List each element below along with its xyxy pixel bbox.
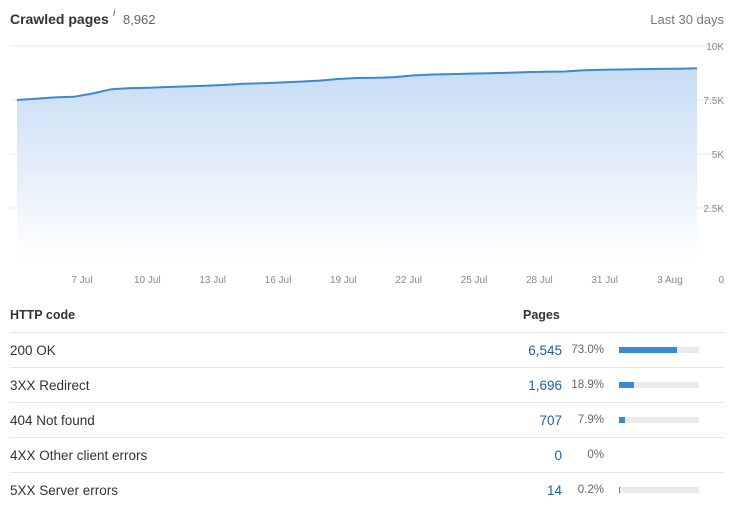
http-code-table: HTTP code Pages 200 OK 6,545 73.0% 3XX Redi…: [10, 298, 724, 507]
percent-bar-fill: [619, 347, 678, 353]
pages-count-link[interactable]: 707: [539, 413, 562, 428]
y-tick-label: 7.5K: [703, 96, 724, 107]
percent-bar-track: [619, 417, 699, 423]
pages-percent: 73.0%: [571, 344, 604, 356]
table-row: 5XX Server errors 14 0.2%: [10, 473, 724, 507]
http-code-label: 200 OK: [10, 343, 56, 358]
x-axis-ticks: 7 Jul 10 Jul 13 Jul 16 Jul 19 Jul 22 Jul 25 Ju…: [71, 275, 682, 286]
percent-bar-track: [619, 382, 699, 388]
y-axis-ticks: 0 2.5K 5K 7.5K 10K: [703, 42, 724, 286]
x-tick-label: 31 Jul: [591, 275, 618, 286]
pages-percent: 0%: [587, 449, 604, 461]
pages-count-link[interactable]: 0: [554, 448, 562, 463]
pages-percent: 0.2%: [577, 484, 604, 496]
http-code-label: 4XX Other client errors: [10, 448, 148, 463]
x-tick-label: 22 Jul: [395, 275, 422, 286]
table-row: 200 OK 6,545 73.0%: [10, 333, 724, 368]
pages-count-link[interactable]: 14: [547, 483, 562, 498]
total-count: 8,962: [123, 12, 156, 27]
table-row: 404 Not found 707 7.9%: [10, 403, 724, 438]
y-tick-label: 0: [718, 275, 724, 286]
percent-bar-fill: [619, 487, 620, 493]
pages-percent: 18.9%: [571, 379, 604, 391]
percent-bar-fill: [619, 417, 626, 423]
column-header-pages[interactable]: Pages: [523, 308, 560, 322]
y-tick-label: 5K: [712, 150, 725, 161]
y-tick-label: 10K: [706, 42, 724, 53]
table-header: HTTP code Pages: [10, 298, 724, 333]
x-tick-label: 25 Jul: [461, 275, 488, 286]
http-code-label: 3XX Redirect: [10, 378, 90, 393]
http-code-label: 5XX Server errors: [10, 483, 119, 498]
pages-count-link[interactable]: 6,545: [528, 343, 562, 358]
chart-header: Crawled pages i 8,962 Last 30 days: [10, 8, 724, 32]
table-row: 3XX Redirect 1,696 18.9%: [10, 368, 724, 403]
http-code-label: 404 Not found: [10, 413, 95, 428]
date-range-selector[interactable]: Last 30 days: [650, 12, 724, 27]
pages-percent: 7.9%: [577, 414, 604, 426]
x-tick-label: 10 Jul: [134, 275, 161, 286]
area-fill: [17, 68, 697, 262]
info-icon[interactable]: i: [113, 8, 115, 19]
column-header-http-code[interactable]: HTTP code: [10, 308, 75, 322]
percent-bar-track: [619, 347, 699, 353]
x-tick-label: 28 Jul: [526, 275, 553, 286]
table-row: 4XX Other client errors 0 0%: [10, 438, 724, 473]
chart-title: Crawled pages: [10, 11, 109, 27]
percent-bar-track: [619, 487, 699, 493]
percent-bar-fill: [619, 382, 635, 388]
x-tick-label: 19 Jul: [330, 275, 357, 286]
pages-count-link[interactable]: 1,696: [528, 378, 562, 393]
x-tick-label: 13 Jul: [199, 275, 226, 286]
x-tick-label: 3 Aug: [657, 275, 683, 286]
crawled-pages-chart: 0 2.5K 5K 7.5K 10K 7 Jul 10 Jul 13 Jul 16 Jul 19…: [10, 42, 724, 286]
y-tick-label: 2.5K: [703, 204, 724, 215]
x-tick-label: 16 Jul: [265, 275, 292, 286]
x-tick-label: 7 Jul: [71, 275, 92, 286]
